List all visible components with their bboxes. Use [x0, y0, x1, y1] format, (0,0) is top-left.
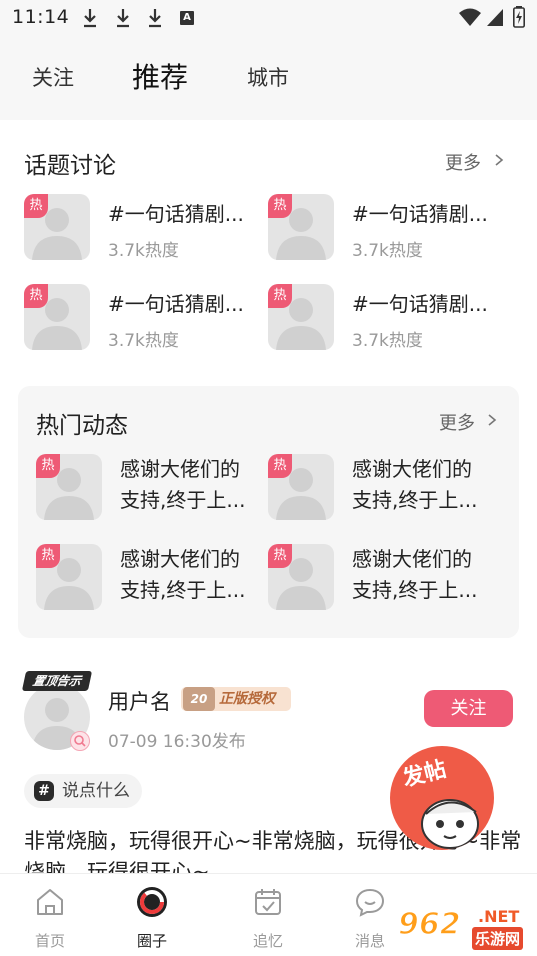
- topic-heat: 3.7k热度: [108, 241, 179, 261]
- topic-thumbnail[interactable]: 热: [268, 194, 334, 260]
- nav-home[interactable]: 首页: [10, 874, 90, 956]
- hot-badge: 热: [24, 194, 48, 218]
- calendar-icon: [255, 889, 281, 915]
- tab-follow[interactable]: 关注: [32, 36, 74, 120]
- topic-heat: 3.7k热度: [108, 331, 179, 351]
- hot-badge: 热: [268, 544, 292, 568]
- post-time: 07-09 16:30发布: [108, 732, 246, 752]
- feed-thumbnail[interactable]: 热: [268, 544, 334, 610]
- download-icon: [117, 9, 129, 28]
- topics-more-link[interactable]: 更多: [445, 149, 481, 175]
- feed-thumbnail[interactable]: 热: [36, 454, 102, 520]
- nav-label: 圈子: [136, 932, 167, 950]
- tab-city[interactable]: 城市: [247, 36, 289, 120]
- topic-tag[interactable]: # 说点什么: [24, 774, 142, 808]
- watermark-site: 乐游网: [472, 927, 524, 950]
- hot-badge: 热: [24, 284, 48, 308]
- feed-thumbnail[interactable]: 热: [268, 454, 334, 520]
- topic-title[interactable]: #一句话猜剧...: [352, 198, 488, 227]
- feed-text-line: 支持,终于上...: [120, 578, 246, 602]
- topics-title: 话题讨论: [24, 153, 116, 179]
- follow-button[interactable]: 关注: [424, 690, 513, 727]
- hot-badge: 热: [268, 454, 292, 478]
- feed-text-line: 感谢大佬们的: [352, 547, 472, 571]
- hashtag-icon: #: [34, 781, 54, 801]
- circle-icon: [137, 887, 167, 917]
- pinned-notice-badge: 置顶告示: [21, 671, 93, 691]
- hot-badge: 热: [268, 284, 292, 308]
- feed-text[interactable]: 感谢大佬们的 支持,终于上...: [120, 454, 260, 516]
- topic-thumbnail[interactable]: 热: [268, 284, 334, 350]
- feed-text-line: 感谢大佬们的: [352, 457, 472, 481]
- status-bar: 11:14 A: [0, 0, 537, 36]
- topic-thumbnail[interactable]: 热: [24, 284, 90, 350]
- chevron-right-icon: [495, 154, 504, 166]
- feed-thumbnail[interactable]: 热: [36, 544, 102, 610]
- hot-badge: 热: [36, 544, 60, 568]
- download-icon: [84, 9, 96, 28]
- topic-title[interactable]: #一句话猜剧...: [352, 288, 488, 317]
- notification-a-icon: A: [180, 11, 194, 25]
- feed-text-line: 感谢大佬们的: [120, 457, 240, 481]
- license-number: 20: [183, 687, 215, 711]
- hot-feed-title: 热门动态: [36, 413, 128, 439]
- feed-text-line: 支持,终于上...: [352, 488, 478, 512]
- feed-text[interactable]: 感谢大佬们的 支持,终于上...: [120, 544, 260, 606]
- mascot-icon: [421, 799, 479, 849]
- feed-text[interactable]: 感谢大佬们的 支持,终于上...: [352, 454, 492, 516]
- nav-label: 追忆: [252, 932, 283, 950]
- tab-recommend[interactable]: 推荐: [132, 36, 188, 120]
- nav-label: 首页: [34, 932, 65, 950]
- top-tabs: 关注 推荐 城市: [0, 36, 537, 120]
- watermark-brand: 962: [397, 906, 461, 943]
- hot-badge: 热: [268, 194, 292, 218]
- topic-heat: 3.7k热度: [352, 331, 423, 351]
- topic-title[interactable]: #一句话猜剧...: [108, 288, 244, 317]
- username[interactable]: 用户名: [108, 686, 171, 716]
- status-time: 11:14: [12, 6, 70, 28]
- message-icon: [355, 888, 385, 917]
- feed-text-line: 支持,终于上...: [120, 488, 246, 512]
- wifi-icon: [459, 8, 481, 26]
- site-watermark: 962 .NET 乐游网: [397, 903, 530, 953]
- watermark-domain: .NET: [478, 907, 520, 926]
- license-text: 正版授权: [219, 691, 275, 707]
- hot-badge: 热: [36, 454, 60, 478]
- battery-icon: [513, 6, 525, 28]
- nav-memories[interactable]: 追忆: [228, 874, 308, 956]
- chevron-right-icon: [488, 414, 497, 426]
- topic-heat: 3.7k热度: [352, 241, 423, 261]
- home-icon: [37, 889, 63, 915]
- verified-search-icon: [70, 731, 90, 751]
- download-icon: [149, 9, 161, 28]
- feed-text-line: 支持,终于上...: [352, 578, 478, 602]
- tag-label: 说点什么: [62, 781, 130, 801]
- license-badge: 20 正版授权: [181, 687, 291, 711]
- signal-icon: [487, 9, 503, 26]
- hot-feed-more-link[interactable]: 更多: [439, 409, 475, 435]
- feed-text-line: 感谢大佬们的: [120, 547, 240, 571]
- topic-thumbnail[interactable]: 热: [24, 194, 90, 260]
- topic-title[interactable]: #一句话猜剧...: [108, 198, 244, 227]
- nav-circle[interactable]: 圈子: [112, 874, 192, 956]
- post-fab-button[interactable]: 发帖: [390, 746, 494, 850]
- feed-text[interactable]: 感谢大佬们的 支持,终于上...: [352, 544, 492, 606]
